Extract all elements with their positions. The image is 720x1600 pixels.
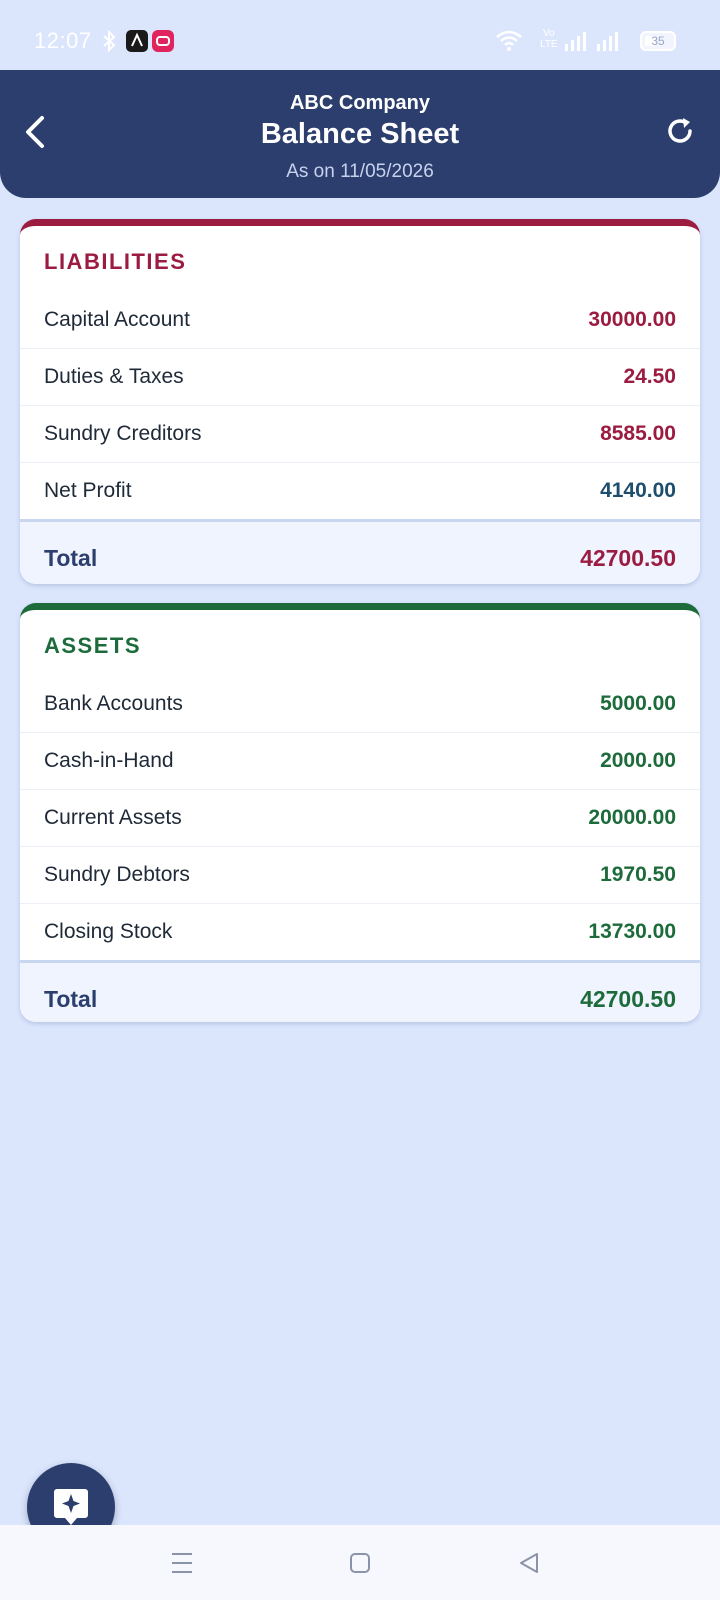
asset-row[interactable]: Current Assets 20000.00 — [20, 790, 700, 847]
liability-row[interactable]: Net Profit 4140.00 — [20, 463, 700, 519]
refresh-icon — [668, 118, 692, 143]
company-name: ABC Company — [289, 92, 430, 114]
system-back-button[interactable] — [508, 1543, 552, 1583]
asset-row-amount: 2000.00 — [600, 749, 676, 772]
signal-icon-1 — [564, 30, 588, 52]
sparkle-chat-icon — [54, 1489, 88, 1525]
back-triangle-icon — [520, 1553, 538, 1573]
assets-total-amount: 42700.50 — [580, 986, 676, 1012]
assets-title: ASSETS — [44, 633, 142, 658]
status-bar: 12:07 Vo LTE 35 — [0, 0, 720, 70]
liability-row-amount: 30000.00 — [588, 308, 676, 331]
home-button[interactable] — [338, 1543, 382, 1583]
liability-row[interactable]: Duties & Taxes 24.50 — [20, 349, 700, 406]
asset-row[interactable]: Cash-in-Hand 2000.00 — [20, 733, 700, 790]
app-header: ABC Company Balance Sheet As on 11/05/20… — [0, 70, 720, 198]
total-label: Total — [44, 545, 98, 571]
liability-row[interactable]: Capital Account 30000.00 — [20, 292, 700, 349]
liability-row-label: Duties & Taxes — [44, 365, 184, 388]
liability-row-amount: 4140.00 — [600, 479, 676, 502]
liabilities-title: LIABILITIES — [44, 249, 187, 274]
system-nav-bar — [0, 1525, 720, 1600]
asset-row-amount: 1970.50 — [600, 863, 676, 886]
assets-total-row: Total 42700.50 — [20, 960, 700, 1022]
bluetooth-icon — [100, 29, 120, 53]
battery-level: 35 — [651, 34, 665, 48]
menu-icon — [172, 1553, 192, 1573]
home-square-icon — [350, 1553, 370, 1573]
wifi-icon — [494, 28, 524, 51]
liability-row-amount: 8585.00 — [600, 422, 676, 445]
asset-row-amount: 13730.00 — [588, 920, 676, 943]
liability-row-label: Net Profit — [44, 479, 132, 502]
asset-row-label: Cash-in-Hand — [44, 749, 174, 772]
total-label: Total — [44, 986, 98, 1012]
liability-row[interactable]: Sundry Creditors 8585.00 — [20, 406, 700, 463]
asset-row-label: Bank Accounts — [44, 692, 183, 715]
liability-row-label: Capital Account — [44, 308, 190, 331]
liabilities-card: LIABILITIES Capital Account 30000.00 Dutie… — [20, 219, 700, 584]
page-title: Balance Sheet — [260, 118, 460, 150]
app-notification-icon-2 — [152, 30, 174, 52]
asset-row[interactable]: Closing Stock 13730.00 — [20, 904, 700, 960]
liability-row-amount: 24.50 — [623, 365, 676, 388]
liabilities-total-row: Total 42700.50 — [20, 519, 700, 584]
assets-card: ASSETS Bank Accounts 5000.00 Cash-in-Hand 2… — [20, 603, 700, 1022]
as-on-date: As on 11/05/2026 — [286, 161, 434, 182]
volte-indicator: Vo LTE — [540, 28, 558, 50]
asset-row-label: Sundry Debtors — [44, 863, 190, 886]
asset-row[interactable]: Sundry Debtors 1970.50 — [20, 847, 700, 904]
asset-row-label: Current Assets — [44, 806, 182, 829]
battery-icon: 35 — [640, 31, 676, 51]
liability-row-label: Sundry Creditors — [44, 422, 202, 445]
asset-row-amount: 5000.00 — [600, 692, 676, 715]
asset-row[interactable]: Bank Accounts 5000.00 — [20, 676, 700, 733]
asset-row-amount: 20000.00 — [588, 806, 676, 829]
signal-icon-2 — [596, 30, 620, 52]
asset-row-label: Closing Stock — [44, 920, 173, 943]
recent-apps-button[interactable] — [160, 1543, 204, 1583]
liabilities-total-amount: 42700.50 — [580, 545, 676, 571]
app-notification-icon — [126, 30, 148, 52]
refresh-button[interactable] — [662, 114, 698, 150]
status-time: 12:07 — [34, 28, 92, 53]
